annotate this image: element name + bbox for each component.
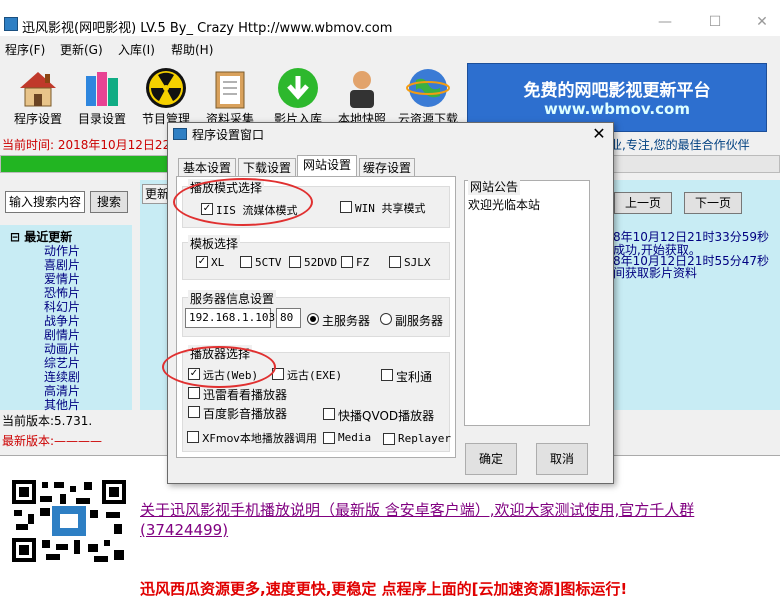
sub-server-radio[interactable] (380, 313, 392, 325)
player-xfmov-checkbox[interactable] (187, 431, 199, 443)
cancel-button[interactable]: 取消 (536, 443, 588, 475)
tab-basic-settings[interactable]: 基本设置 (178, 158, 236, 178)
close-button[interactable]: ✕ (752, 12, 772, 32)
window-title: 迅风影视(网吧影视) LV.5 By_ Crazy Http://www.wbm… (22, 21, 393, 36)
main-server-label: 主服务器 (322, 314, 371, 328)
server-ip-input[interactable]: 192.168.1.103 (185, 308, 275, 328)
player-polycom-checkbox[interactable] (381, 369, 393, 381)
sub-server-label: 副服务器 (395, 314, 444, 328)
player-xfmov-label: XFmov本地播放器调用 (202, 432, 317, 445)
banner-url: www.wbmov.com (544, 100, 690, 118)
player-media-checkbox[interactable] (323, 432, 335, 444)
ok-button[interactable]: 确定 (465, 443, 517, 475)
main-server-radio[interactable] (307, 313, 319, 325)
maximize-button[interactable]: ☐ (705, 12, 725, 32)
player-qvod-checkbox[interactable] (323, 408, 335, 420)
tab-download-settings[interactable]: 下载设置 (238, 158, 296, 178)
win-share-checkbox[interactable] (340, 201, 352, 213)
player-replayer-checkbox[interactable] (383, 433, 395, 445)
template-5ctv-label: 5CTV (255, 256, 282, 269)
globe-icon[interactable] (406, 66, 450, 110)
player-xunlei-checkbox[interactable] (188, 387, 200, 399)
books-icon[interactable] (80, 66, 124, 110)
menu-program[interactable]: 程序(F) (5, 41, 45, 58)
latest-version: 最新版本:———— (2, 434, 103, 448)
template-52dvd-label: 52DVD (304, 256, 338, 269)
tree-item-other[interactable]: 其他片 (44, 396, 80, 413)
person-icon[interactable] (340, 66, 384, 110)
player-yuangu-exe-label: 远古(EXE) (287, 369, 343, 382)
banner-headline: 免费的网吧影视更新平台 (523, 81, 711, 101)
toolbar-label-directory-settings: 目录设置 (77, 112, 126, 126)
menu-import[interactable]: 入库(I) (118, 41, 155, 58)
site-notice-text: 欢迎光临本站 (468, 198, 541, 212)
tab-site-settings[interactable]: 网站设置 (297, 155, 357, 178)
server-label: 服务器信息设置 (188, 290, 277, 307)
log-line: 间获取影片资料 (613, 266, 698, 280)
dialog-close-button[interactable]: ✕ (590, 124, 608, 144)
prev-page-button[interactable]: 上一页 (614, 192, 672, 214)
minimize-button[interactable]: — (655, 12, 675, 32)
search-button[interactable]: 搜索 (90, 191, 128, 213)
green-arrow-icon[interactable] (276, 66, 320, 110)
player-xunlei-label: 迅雷看看播放器 (203, 388, 288, 402)
toolbar-label-program-settings: 程序设置 (13, 112, 62, 126)
template-sjlx-label: SJLX (404, 256, 431, 269)
player-baidu-checkbox[interactable] (188, 406, 200, 418)
template-fz-checkbox[interactable] (341, 256, 353, 268)
template-fz-label: FZ (356, 256, 370, 269)
progress-fill (1, 156, 172, 172)
search-input[interactable]: 输入搜索内容 (5, 191, 85, 213)
app-icon (4, 17, 18, 31)
clipboard-icon[interactable] (208, 66, 252, 110)
menu-help[interactable]: 帮助(H) (171, 41, 213, 58)
player-polycom-label: 宝利通 (396, 370, 433, 384)
highlight-ellipse (162, 346, 276, 388)
template-5ctv-checkbox[interactable] (240, 256, 252, 268)
qr-code-icon (10, 478, 128, 564)
player-qvod-label: 快播QVOD播放器 (338, 409, 435, 423)
menu-bar (0, 38, 780, 60)
site-notice-textarea[interactable] (464, 180, 590, 426)
highlight-ellipse (173, 178, 313, 226)
radiation-icon[interactable] (144, 66, 188, 110)
next-page-button[interactable]: 下一页 (684, 192, 742, 214)
player-replayer-label: Replayer (398, 432, 451, 445)
win-share-label: WIN 共享模式 (355, 202, 426, 215)
dialog-app-icon (173, 128, 187, 140)
dialog-title: 程序设置窗口 (192, 128, 265, 142)
mobile-play-announcement-link[interactable]: 关于迅风影视手机播放说明（最新版 含安卓客户端）,欢迎大家测试使用,官方千人群(… (140, 500, 760, 540)
server-port-input[interactable]: 80 (276, 308, 301, 328)
house-icon[interactable] (16, 66, 60, 110)
player-media-label: Media (338, 431, 372, 444)
current-version: 当前版本:5.731. (2, 414, 93, 428)
template-label: 模板选择 (188, 235, 241, 252)
template-sjlx-checkbox[interactable] (389, 256, 401, 268)
menu-update[interactable]: 更新(G) (60, 41, 103, 58)
template-52dvd-checkbox[interactable] (289, 256, 301, 268)
template-xl-checkbox[interactable]: ✓ (196, 256, 208, 268)
player-baidu-label: 百度影音播放器 (203, 407, 288, 421)
slogan-status: 业,专注,您的最佳合作伙伴 (610, 138, 750, 152)
tab-cache-settings[interactable]: 缓存设置 (359, 158, 415, 178)
template-xl-label: XL (211, 256, 225, 269)
cloud-resource-notice: 迅风西瓜资源更多,速度更快,更稳定 点程序上面的[云加速资源]图标运行! (140, 580, 628, 598)
current-time-status: 当前时间: 2018年10月12日22时 (2, 138, 183, 152)
site-notice-label: 网站公告 (468, 178, 521, 195)
